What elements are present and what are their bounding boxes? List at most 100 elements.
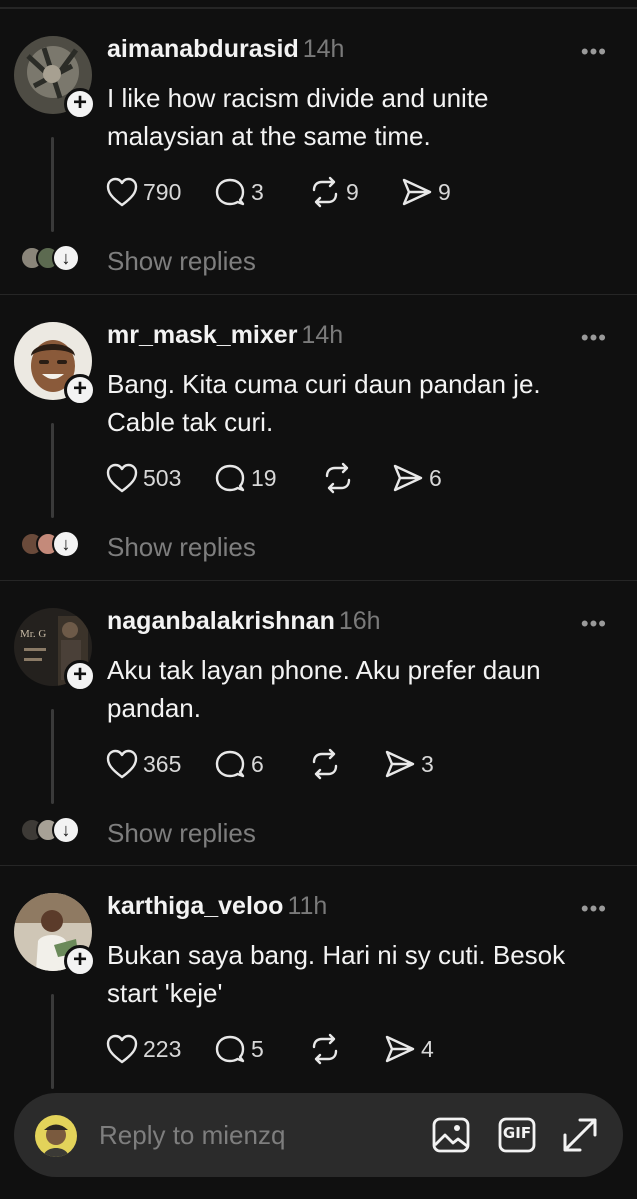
share-icon <box>393 464 423 492</box>
post-text: Bukan saya bang. Hari ni sy cuti. Besok … <box>107 940 566 1008</box>
more-horizontal-icon[interactable]: ••• <box>581 896 607 922</box>
avatar-container[interactable]: + <box>14 36 96 120</box>
comment-icon <box>215 464 245 492</box>
post-header: naganbalakrishnan 16h <box>107 607 381 636</box>
comment-count: 5 <box>251 1035 264 1062</box>
post-header: mr_mask_mixer 14h <box>107 321 343 350</box>
share-button[interactable]: 9 <box>400 176 451 208</box>
post-header: aimanabdurasid 14h <box>107 35 344 64</box>
post-text: Aku tak layan phone. Aku prefer daun pan… <box>107 655 541 723</box>
avatar-container[interactable]: + <box>14 893 96 977</box>
repost-icon <box>325 462 351 494</box>
thread-line <box>51 709 54 804</box>
share-button[interactable]: 3 <box>383 748 434 780</box>
repost-icon <box>312 748 338 780</box>
share-button[interactable]: 4 <box>383 1033 434 1065</box>
chevron-down-icon[interactable]: ↓ <box>52 816 80 844</box>
thread-line <box>51 423 54 518</box>
expand-icon-svg <box>563 1118 597 1152</box>
post-header: karthiga_veloo 11h <box>107 892 327 921</box>
reply-avatars[interactable]: ↓ <box>20 813 80 847</box>
share-icon <box>402 178 432 206</box>
comment-icon <box>215 1035 245 1063</box>
comment-icon <box>215 178 245 206</box>
username[interactable]: naganbalakrishnan <box>107 607 335 635</box>
gif-label: GIF <box>502 1124 532 1142</box>
follow-plus-icon[interactable]: + <box>64 374 96 406</box>
share-icon <box>385 750 415 778</box>
comment-button[interactable]: 5 <box>213 1033 308 1065</box>
image-icon-svg <box>432 1117 470 1153</box>
repost-icon <box>312 1033 338 1065</box>
timestamp: 16h <box>338 607 381 635</box>
thread-post: + mr_mask_mixer 14h ••• Bang. Kita cuma c… <box>0 294 637 580</box>
comment-button[interactable]: 6 <box>213 748 308 780</box>
expand-icon[interactable] <box>560 1115 600 1160</box>
show-replies-link[interactable]: Show replies <box>107 532 256 563</box>
share-count: 4 <box>421 1035 434 1062</box>
heart-icon <box>106 749 138 779</box>
chevron-down-icon[interactable]: ↓ <box>52 244 80 272</box>
follow-plus-icon[interactable]: + <box>64 88 96 120</box>
more-horizontal-icon[interactable]: ••• <box>581 325 607 351</box>
repost-icon <box>312 176 338 208</box>
avatar-container[interactable]: Mr. G + <box>14 608 96 692</box>
avatar[interactable] <box>35 1115 77 1157</box>
username[interactable]: karthiga_veloo <box>107 892 283 920</box>
share-icon <box>385 1035 415 1063</box>
share-count: 3 <box>421 750 434 777</box>
comment-count: 19 <box>251 464 277 491</box>
gif-icon[interactable]: GIF <box>497 1115 537 1160</box>
comment-icon <box>215 750 245 778</box>
like-count: 365 <box>143 750 182 777</box>
heart-icon <box>106 463 138 493</box>
comment-count: 3 <box>251 178 264 205</box>
thread-post: Mr. G + naganbalakrishnan 16h ••• Aku tak… <box>0 580 637 866</box>
show-replies-link[interactable]: Show replies <box>107 818 256 849</box>
avatar-container[interactable]: + <box>14 322 96 406</box>
repost-button[interactable] <box>321 462 391 494</box>
comment-button[interactable]: 3 <box>213 176 308 208</box>
action-bar: 223 5 4 <box>105 1032 434 1066</box>
timestamp: 14h <box>302 35 345 63</box>
show-replies-link[interactable]: Show replies <box>107 246 256 277</box>
follow-plus-icon[interactable]: + <box>64 945 96 977</box>
like-count: 790 <box>143 178 182 205</box>
like-button[interactable]: 503 <box>105 462 213 494</box>
more-horizontal-icon[interactable]: ••• <box>581 39 607 65</box>
comment-count: 6 <box>251 750 264 777</box>
timestamp: 14h <box>301 321 344 349</box>
heart-icon <box>106 177 138 207</box>
timestamp: 11h <box>287 892 328 920</box>
like-button[interactable]: 223 <box>105 1033 213 1065</box>
reply-avatars[interactable]: ↓ <box>20 527 80 561</box>
username[interactable]: mr_mask_mixer <box>107 321 297 349</box>
repost-button[interactable] <box>308 748 383 780</box>
avatar-logo-text: Mr. G <box>20 628 47 640</box>
share-count: 6 <box>429 464 442 491</box>
share-button[interactable]: 6 <box>391 462 442 494</box>
repost-button[interactable]: 9 <box>308 176 400 208</box>
more-horizontal-icon[interactable]: ••• <box>581 611 607 637</box>
follow-plus-icon[interactable]: + <box>64 660 96 692</box>
comment-button[interactable]: 19 <box>213 462 321 494</box>
thread-post: + aimanabdurasid 14h ••• I like how racis… <box>0 8 637 294</box>
action-bar: 790 3 9 9 <box>105 175 451 209</box>
username[interactable]: aimanabdurasid <box>107 35 299 63</box>
image-icon[interactable] <box>431 1115 471 1160</box>
reply-composer: GIF <box>14 1093 623 1177</box>
like-button[interactable]: 790 <box>105 176 213 208</box>
like-count: 503 <box>143 464 182 491</box>
post-text: Bang. Kita cuma curi daun pandan je. Cab… <box>107 369 541 437</box>
reply-input[interactable] <box>99 1117 399 1153</box>
like-count: 223 <box>143 1035 182 1062</box>
repost-count: 9 <box>346 178 359 205</box>
like-button[interactable]: 365 <box>105 748 213 780</box>
thread-line <box>51 137 54 232</box>
chevron-down-icon[interactable]: ↓ <box>52 530 80 558</box>
action-bar: 503 19 6 <box>105 461 442 495</box>
avatar-image <box>35 1115 77 1157</box>
reply-avatars[interactable]: ↓ <box>20 241 80 275</box>
repost-button[interactable] <box>308 1033 383 1065</box>
heart-icon <box>106 1034 138 1064</box>
